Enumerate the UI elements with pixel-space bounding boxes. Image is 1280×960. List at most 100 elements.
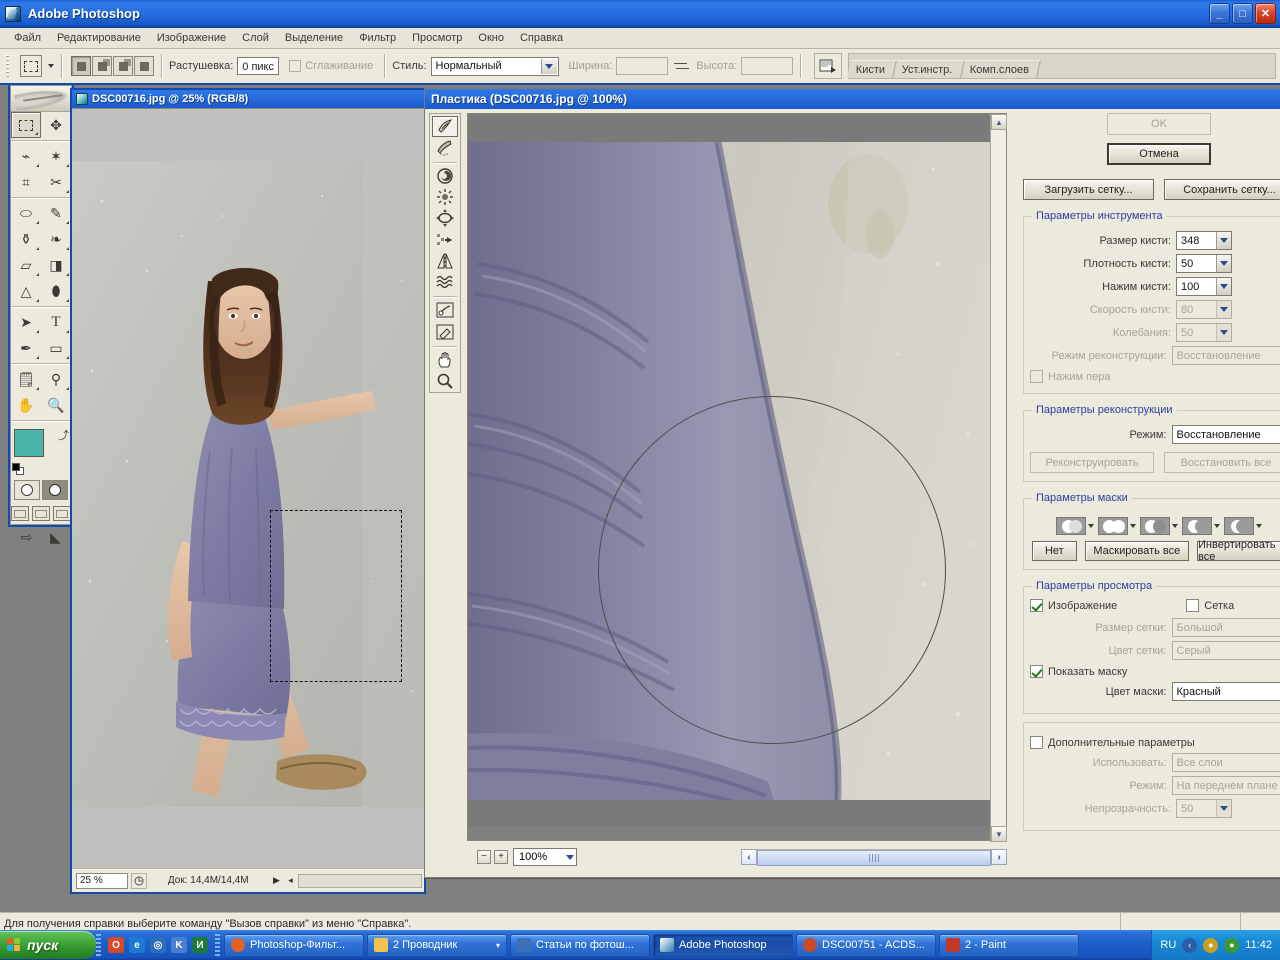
tool-gradient[interactable]: ◨ [41,252,71,278]
mask-subtract-from-selection-button[interactable] [1140,517,1178,535]
standard-screen-mode-button[interactable] [11,506,29,521]
load-mesh-button[interactable]: Загрузить сетку... [1023,179,1154,200]
standard-mode-button[interactable] [14,480,40,500]
reconstruct-mode-combo[interactable]: Восстановление [1171,425,1280,444]
chevron-down-icon[interactable] [1216,232,1231,249]
add-to-selection-button[interactable] [92,56,112,76]
language-indicator[interactable]: RU [1160,939,1176,951]
scroll-right-icon[interactable]: › [991,849,1007,865]
tool-blur[interactable]: △ [11,278,41,304]
preview-horizontal-scrollbar[interactable]: ‹ › [741,848,1007,866]
liquify-titlebar[interactable]: Пластика (DSC00716.jpg @ 100%) [425,89,1280,109]
maximize-button[interactable]: □ [1232,3,1253,24]
full-screen-menubar-mode-button[interactable] [32,506,50,521]
freeze-mask-tool-icon[interactable] [432,300,458,320]
thaw-mask-tool-icon[interactable] [432,321,458,341]
chevron-down-icon[interactable] [1256,524,1262,528]
tool-dodge[interactable]: ⬮ [41,278,71,304]
ok-button[interactable]: OK [1107,113,1211,135]
tool-brush[interactable]: ✎ [41,200,71,226]
chevron-down-icon[interactable] [1216,800,1231,817]
mask-invert-selection-button[interactable] [1224,517,1262,535]
tool-type[interactable]: T [41,309,71,335]
mesh-color-select[interactable]: Серый [1171,641,1280,660]
chevron-down-icon[interactable] [1216,301,1231,318]
backdrop-opacity-select[interactable]: 50 [1176,799,1232,818]
turbulent-jitter-select[interactable]: 50 [1176,323,1232,342]
chevron-down-icon[interactable] [566,854,574,860]
bloat-tool-icon[interactable] [432,208,458,228]
options-bar-grip[interactable] [5,53,12,79]
show-mesh-checkbox[interactable] [1186,599,1200,612]
chevron-down-icon[interactable] [1172,524,1178,528]
task-button-acdsee[interactable]: DSC00751 - ACDS... [796,933,936,957]
task-button-photoshop-filter[interactable]: Photoshop-Фильт... [224,933,364,957]
tool-notes[interactable]: 🗒 [11,366,41,392]
mask-invert-all-button[interactable]: Инвертировать все [1197,539,1280,563]
swap-colors-icon[interactable]: ⤴ [58,427,70,442]
hscroll-thumb[interactable] [757,850,991,866]
new-selection-button[interactable] [71,56,91,76]
palette-tab-layer-comps[interactable]: Комп.слоев [961,60,1042,78]
show-mask-checkbox[interactable] [1030,665,1043,678]
scroll-left-icon[interactable]: ◂ [284,873,298,889]
tool-zoom[interactable]: 🔍 [41,392,71,418]
mask-color-select[interactable]: Красный [1171,682,1280,701]
preview-vertical-scrollbar[interactable]: ▲ ▼ [990,114,1007,842]
document-titlebar[interactable]: DSC00716.jpg @ 25% (RGB/8) [72,90,424,108]
tool-history-brush[interactable]: ❧ [41,226,71,252]
mask-all-button[interactable]: Маскировать все [1084,541,1189,561]
intersect-selection-button[interactable] [134,56,154,76]
mask-none-button[interactable]: Нет [1032,541,1077,561]
backdrop-mode-select[interactable]: На переднем плане [1171,776,1280,795]
task-button-explorer[interactable]: 2 Проводник ▾ [367,933,507,957]
show-mask-row[interactable]: Показать маску [1030,665,1280,678]
scroll-up-icon[interactable]: ▲ [991,114,1007,130]
mirror-tool-icon[interactable] [432,251,458,271]
chevron-down-icon[interactable] [1088,524,1094,528]
style-select[interactable]: Нормальный [430,56,559,76]
tool-hand[interactable]: ✋ [11,392,41,418]
chevron-down-icon[interactable] [1130,524,1136,528]
chevron-down-icon[interactable] [1214,524,1220,528]
tool-slice[interactable]: ✂ [41,169,71,195]
menu-help[interactable]: Справка [512,30,571,46]
opera-icon[interactable]: O [108,937,124,953]
chevron-down-icon[interactable] [1216,324,1231,341]
pucker-tool-icon[interactable] [432,187,458,207]
restore-all-button[interactable]: Восстановить все [1164,452,1280,473]
task-button-photoshop[interactable]: Adobe Photoshop [653,933,793,957]
document-photo[interactable] [72,161,424,807]
mask-intersect-with-selection-button[interactable] [1182,517,1220,535]
document-canvas-area[interactable] [72,108,424,868]
brush-size-select[interactable]: 348 [1176,231,1232,250]
selection-marquee[interactable] [270,510,402,682]
task-button-articles[interactable]: Статьи по фотош... [510,933,650,957]
reconstruct-mode-select[interactable]: Восстановление [1171,346,1280,365]
clock[interactable]: 11:42 [1245,939,1272,951]
feather-input[interactable]: 0 пикс [237,57,280,75]
excel-icon[interactable]: И [192,937,208,953]
backdrop-use-select[interactable]: Все слои [1171,753,1280,772]
save-mesh-button[interactable]: Сохранить сетку... [1164,179,1280,200]
notification-icon[interactable]: ● [1203,937,1219,953]
antialias-checkbox[interactable] [289,60,302,72]
document-size-grip-icon[interactable] [131,872,147,889]
hscroll-track[interactable] [757,849,991,866]
antivirus-icon[interactable]: ● [1224,937,1240,953]
twirl-clockwise-tool-icon[interactable] [432,166,458,186]
task-button-paint[interactable]: 2 - Paint [939,933,1079,957]
toolbox-header[interactable] [11,86,71,112]
close-button[interactable]: ✕ [1255,3,1276,24]
mesh-size-select[interactable]: Большой [1171,618,1280,637]
document-zoom-input[interactable]: 25 % [76,872,128,889]
k-app-icon[interactable]: K [171,937,187,953]
photoshop-icon[interactable]: ◣ [42,527,69,547]
chevron-down-icon[interactable]: ▾ [496,941,500,950]
tool-rectangular-marquee[interactable] [11,112,41,138]
swap-dimensions-icon[interactable] [674,60,690,72]
tool-shape[interactable]: ▭ [41,335,71,361]
cancel-button[interactable]: Отмена [1107,143,1211,165]
jump-to-imageready-icon[interactable]: ⇨ [13,527,40,547]
height-input[interactable] [741,57,794,75]
